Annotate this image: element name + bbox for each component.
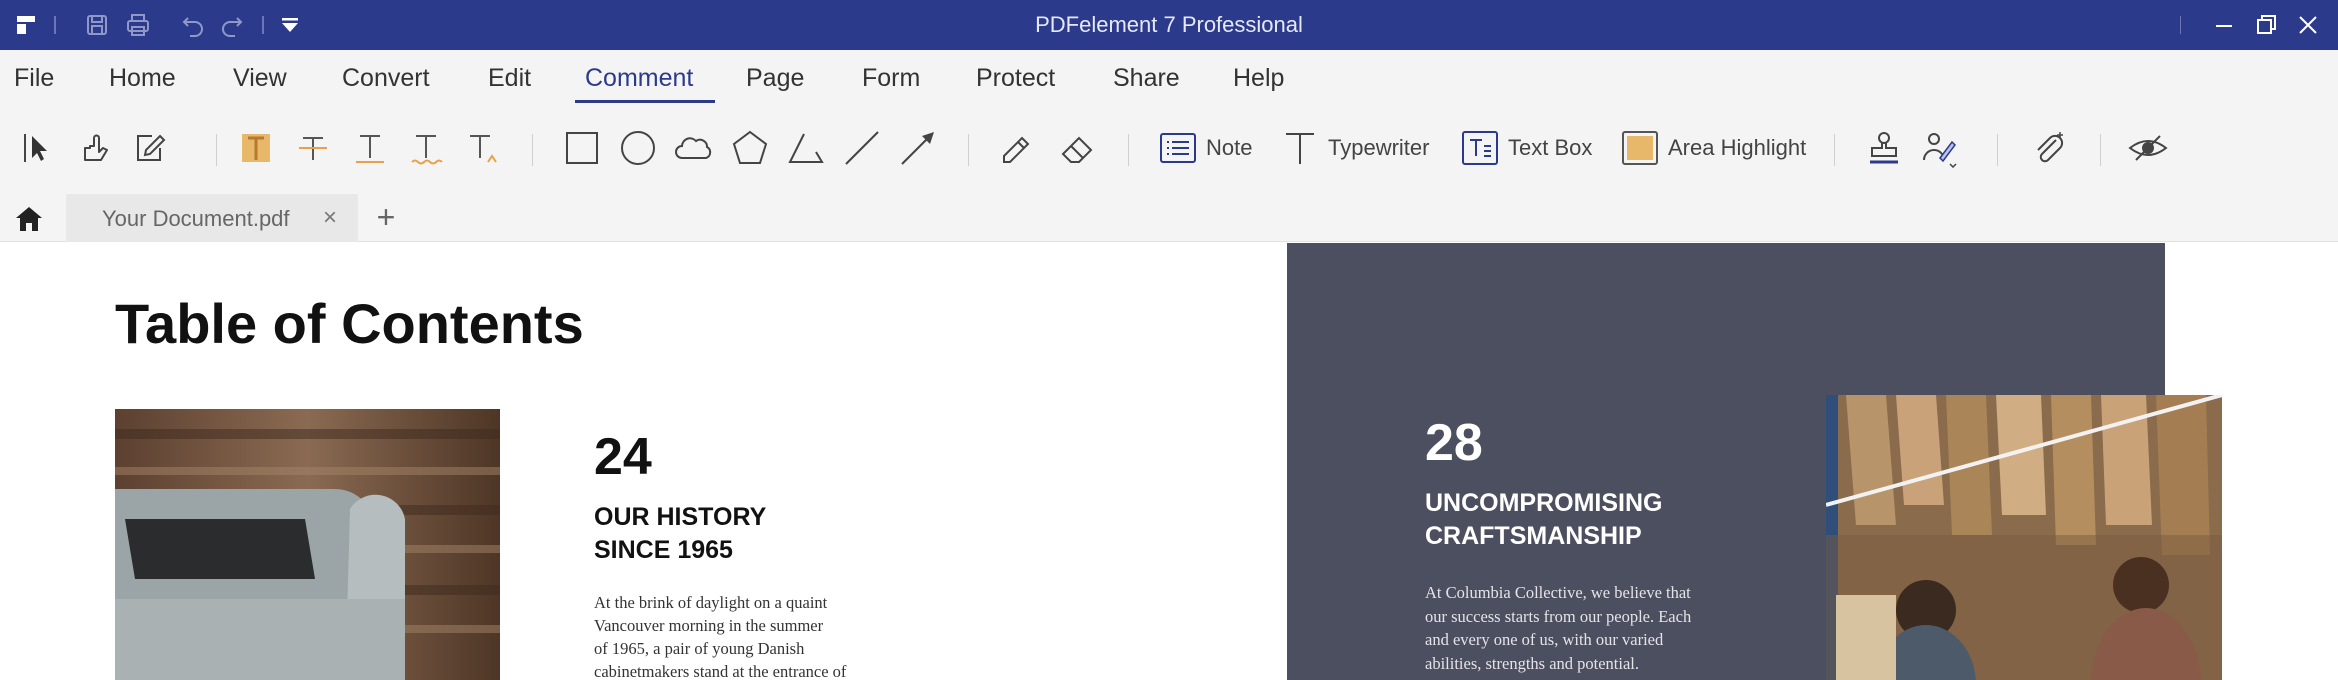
- cloud-icon: [675, 137, 712, 159]
- circle-icon: [621, 131, 655, 165]
- edit-box-icon: [137, 134, 166, 161]
- area-highlight-tool[interactable]: Area Highlight: [1620, 126, 1806, 170]
- note-label: Note: [1206, 135, 1253, 160]
- stamp-tool[interactable]: [1864, 126, 1904, 170]
- eraser-icon: [1061, 136, 1093, 163]
- squiggly-tool[interactable]: [406, 126, 446, 170]
- rectangle-tool[interactable]: [562, 126, 602, 170]
- edit-comment-tool[interactable]: [130, 126, 170, 170]
- hide-comments-tool[interactable]: [2128, 126, 2168, 170]
- rectangle-icon: [566, 132, 598, 164]
- toolbar-separator: [1834, 134, 1835, 166]
- cloud-tool[interactable]: [674, 126, 714, 170]
- title-separator: [2180, 16, 2181, 34]
- pencil-tool[interactable]: [996, 126, 1036, 170]
- polygon-tool[interactable]: [730, 126, 770, 170]
- pentagon-icon: [732, 130, 768, 164]
- menu-share[interactable]: Share: [1113, 64, 1180, 93]
- text-box-label: Text Box: [1508, 135, 1593, 160]
- tab-label: Your Document.pdf: [102, 206, 290, 231]
- line-tool[interactable]: [842, 126, 882, 170]
- toolbar-separator: [1128, 134, 1129, 166]
- insert-text-icon: [470, 135, 497, 163]
- comment-toolbar: Note Typewriter Text Box Area Highlight: [0, 106, 2338, 194]
- tab-your-document[interactable]: Your Document.pdf ×: [66, 194, 358, 242]
- sofa-photo: [115, 409, 500, 680]
- text-box-tool[interactable]: Text Box: [1460, 126, 1592, 170]
- menu-convert[interactable]: Convert: [342, 64, 430, 93]
- window-title: PDFelement 7 Professional: [1035, 12, 1303, 37]
- section-body-text: At the brink of daylight on a quaint Van…: [594, 593, 847, 680]
- menu-form[interactable]: Form: [862, 64, 920, 93]
- title-bar: PDFelement 7 Professional: [0, 0, 2338, 50]
- add-tab-button[interactable]: +: [372, 200, 400, 234]
- underline-icon: [356, 135, 384, 163]
- typewriter-tool[interactable]: Typewriter: [1280, 126, 1429, 170]
- tab-close-icon[interactable]: ×: [318, 204, 342, 232]
- signature-tool[interactable]: [1920, 126, 1960, 170]
- attachment-tool[interactable]: [2028, 126, 2068, 170]
- toolbar-separator: [1997, 134, 1998, 166]
- polyline-tool[interactable]: [786, 126, 826, 170]
- home-icon[interactable]: [12, 202, 46, 236]
- area-highlight-label: Area Highlight: [1668, 135, 1807, 160]
- select-tool[interactable]: [18, 126, 58, 170]
- highlight-text-tool[interactable]: [236, 126, 276, 170]
- hand-icon: [84, 134, 108, 161]
- signature-icon: [1923, 133, 1957, 168]
- oval-tool[interactable]: [618, 126, 658, 170]
- close-icon[interactable]: [2294, 11, 2322, 39]
- eraser-tool[interactable]: [1057, 126, 1097, 170]
- active-menu-indicator: [575, 100, 715, 103]
- toolbar-separator: [532, 134, 533, 166]
- select-arrow-icon: [24, 134, 47, 162]
- text-box-icon: [1462, 131, 1498, 165]
- hand-tool[interactable]: [75, 126, 115, 170]
- hide-eye-icon: [2128, 135, 2168, 161]
- menu-file[interactable]: File: [14, 64, 54, 93]
- highlight-text-icon: [242, 134, 270, 162]
- document-tab-strip: Your Document.pdf × +: [0, 194, 2338, 242]
- strikethrough-tool[interactable]: [293, 126, 333, 170]
- typewriter-label: Typewriter: [1328, 135, 1430, 160]
- restore-icon[interactable]: [2252, 11, 2280, 39]
- menu-home[interactable]: Home: [109, 64, 176, 93]
- document-canvas: Table of Contents 24 OUR HISTORY SINCE 1…: [0, 243, 2338, 680]
- menu-help[interactable]: Help: [1233, 64, 1284, 93]
- toolbar-separator: [216, 134, 217, 166]
- arrow-tool[interactable]: [898, 126, 938, 170]
- section-page-number: 28: [1425, 414, 1483, 472]
- insert-text-tool[interactable]: [462, 126, 502, 170]
- stamp-icon: [1870, 132, 1898, 164]
- line-icon: [845, 131, 879, 165]
- strikethrough-icon: [299, 137, 327, 160]
- typewriter-icon: [1286, 133, 1314, 164]
- polyline-icon: [788, 133, 824, 163]
- menu-view[interactable]: View: [233, 64, 287, 93]
- section-body-text: At Columbia Collective, we believe that …: [1425, 583, 1692, 673]
- workshop-photo: [1826, 395, 2222, 680]
- note-icon: [1160, 133, 1196, 163]
- toolbar-separator: [968, 134, 969, 166]
- section-heading: OUR HISTORY SINCE 1965: [594, 503, 767, 564]
- menu-comment[interactable]: Comment: [585, 64, 693, 93]
- note-tool[interactable]: Note: [1158, 126, 1252, 170]
- menu-protect[interactable]: Protect: [976, 64, 1055, 93]
- menu-edit[interactable]: Edit: [488, 64, 531, 93]
- menu-bar: File Home View Convert Edit Comment Page…: [0, 50, 2338, 106]
- underline-tool[interactable]: [350, 126, 390, 170]
- minimize-icon[interactable]: [2210, 11, 2238, 39]
- menu-page[interactable]: Page: [746, 64, 804, 93]
- arrow-icon: [901, 132, 934, 165]
- page-title: Table of Contents: [115, 292, 584, 355]
- pencil-icon: [1003, 136, 1030, 163]
- paperclip-icon: [2037, 132, 2064, 163]
- toolbar-separator: [2100, 134, 2101, 166]
- section-page-number: 24: [594, 428, 652, 486]
- squiggly-underline-icon: [411, 135, 443, 165]
- area-highlight-icon: [1622, 131, 1658, 165]
- section-heading: UNCOMPROMISING CRAFTSMANSHIP: [1425, 489, 1663, 550]
